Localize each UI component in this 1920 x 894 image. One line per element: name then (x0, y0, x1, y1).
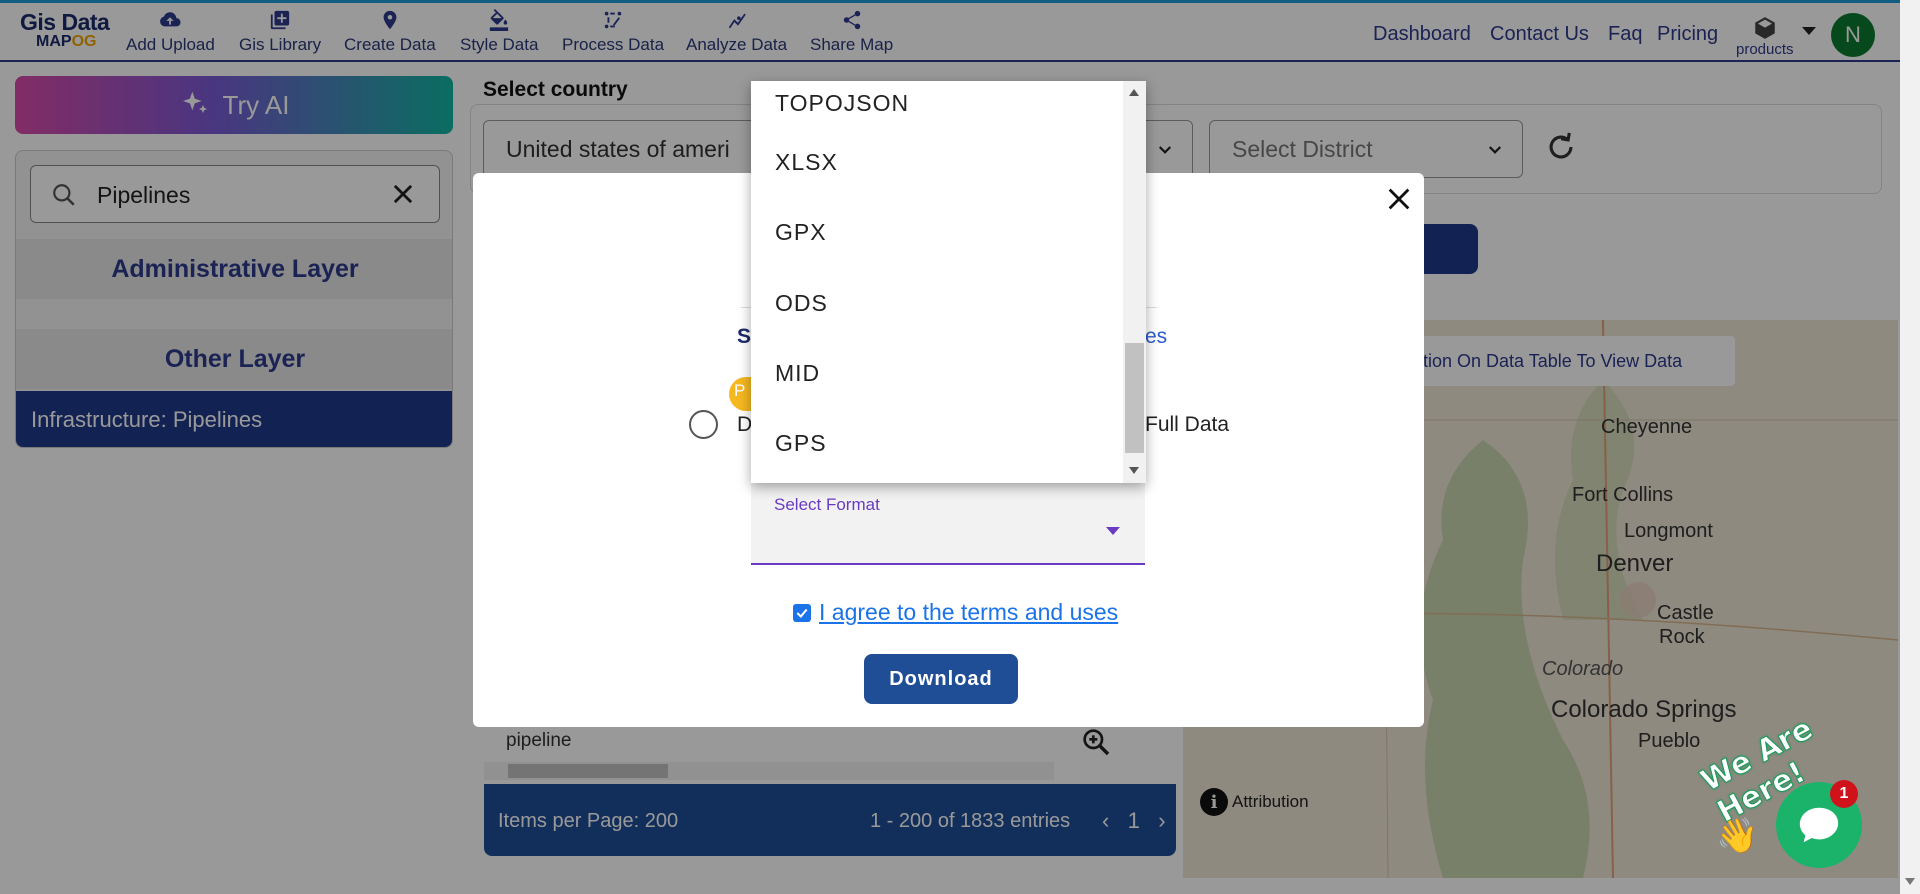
chat-icon (1799, 807, 1839, 843)
format-option-gpx[interactable]: GPX (751, 202, 1123, 262)
waving-hand-icon: 👋 (1716, 817, 1759, 855)
format-select-label: Select Format (774, 495, 880, 514)
scrollbar-thumb[interactable] (1125, 343, 1144, 453)
window-scrollbar[interactable] (1900, 0, 1920, 894)
download-button[interactable]: Download (864, 654, 1018, 704)
dropdown-arrow-icon (1106, 527, 1120, 535)
scroll-down-icon[interactable] (1129, 467, 1139, 474)
dropdown-scrollbar[interactable] (1123, 81, 1146, 483)
radio-option-label: D (737, 413, 753, 436)
terms-checkbox[interactable] (793, 603, 811, 622)
format-option-mid[interactable]: MID (751, 343, 1123, 403)
format-option-ods[interactable]: ODS (751, 273, 1123, 333)
format-dropdown-list: TOPOJSON XLSX GPX ODS MID GPS (751, 81, 1146, 483)
checkmark-icon (796, 608, 808, 618)
scroll-down-icon[interactable] (1905, 878, 1915, 885)
format-option-topojson[interactable]: TOPOJSON (751, 81, 1123, 133)
dialog-partial-link: es (1145, 325, 1168, 348)
format-option-gps[interactable]: GPS (751, 413, 1123, 473)
notification-badge: 1 (1830, 780, 1858, 808)
pro-badge-letter: P (734, 381, 746, 400)
dialog-partial-heading: S (737, 325, 752, 348)
scroll-up-icon[interactable] (1129, 89, 1139, 96)
download-option-radio[interactable] (689, 410, 718, 439)
format-select[interactable]: Select Format (751, 473, 1145, 565)
terms-link[interactable]: I agree to the terms and uses (819, 599, 1118, 626)
terms-agreement: I agree to the terms and uses (793, 599, 1118, 626)
format-option-xlsx[interactable]: XLSX (751, 132, 1123, 192)
full-data-label: Full Data (1145, 413, 1230, 436)
close-icon[interactable] (1385, 185, 1413, 213)
